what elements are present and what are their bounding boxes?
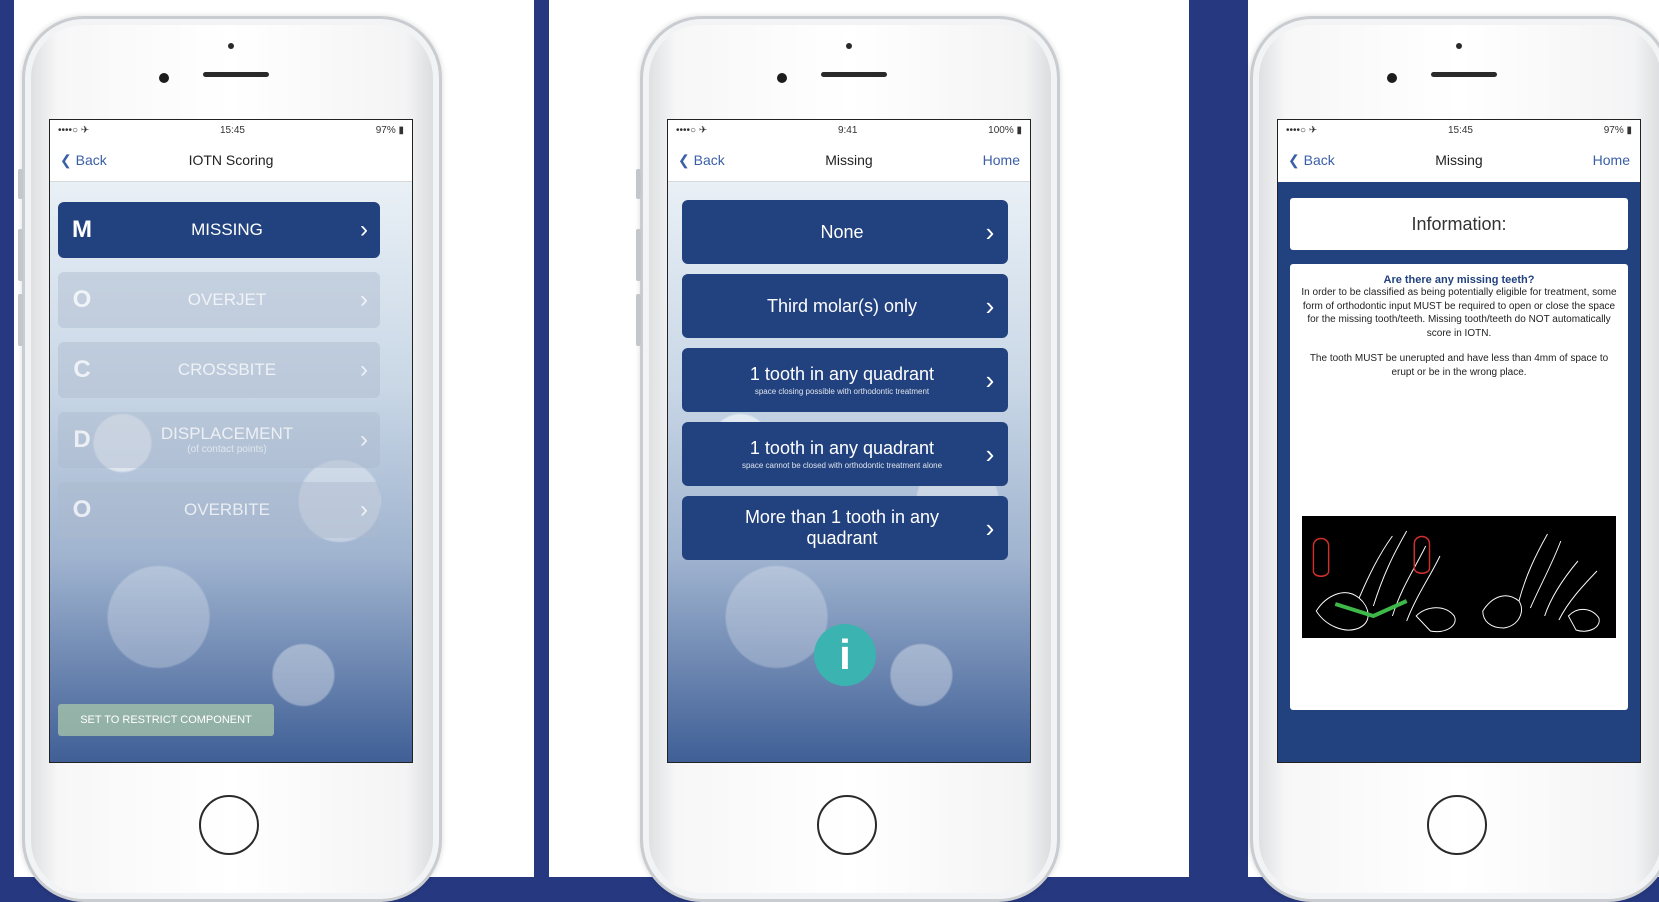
item-label: OVERBITE [184, 499, 270, 519]
battery: 97% ▮ [375, 124, 404, 136]
option-label-wrap: 1 tooth in any quadrant space closing pos… [682, 364, 972, 396]
item-label: CROSSBITE [177, 359, 277, 379]
option-label: Third molar(s) only [766, 295, 918, 316]
nav-divider [668, 181, 1030, 182]
home-link[interactable]: Home [983, 152, 1020, 168]
earpiece-speaker [821, 72, 887, 77]
item-label: OVERJET [187, 289, 267, 309]
clock: 9:41 [837, 124, 858, 136]
home-button[interactable] [817, 795, 877, 855]
volume-up-button [636, 229, 641, 281]
item-letter: C [73, 356, 91, 383]
item-letter: O [72, 286, 92, 313]
carrier-signal: ••••○ ✈ [58, 124, 90, 136]
sensor-dot [846, 43, 852, 49]
status-bar: ••••○ ✈ 15:45 97% ▮ [50, 120, 412, 140]
chevron-right-icon: › [360, 496, 368, 523]
nav-title: IOTN Scoring [188, 152, 274, 168]
list-item-crossbite[interactable]: C CROSSBITE › [58, 342, 380, 398]
teeth-diagram-image [1302, 516, 1616, 638]
battery: 97% ▮ [1603, 124, 1632, 136]
item-letter: D [73, 426, 91, 453]
option-label: More than 1 tooth in any quadrant [744, 507, 940, 548]
item-letter: O [72, 496, 92, 523]
option-third-molars[interactable]: Third molar(s) only › [682, 274, 1008, 338]
list-item-overjet[interactable]: O OVERJET › [58, 272, 380, 328]
chevron-right-icon: › [985, 438, 995, 469]
home-button[interactable] [199, 795, 259, 855]
clock: 15:45 [219, 124, 245, 136]
option-one-tooth-not-closable[interactable]: 1 tooth in any quadrant space cannot be c… [682, 422, 1008, 486]
list-item-missing[interactable]: M MISSING › [58, 202, 380, 258]
option-sublabel: space closing possible with orthodontic … [754, 386, 930, 396]
sensor-dot [228, 43, 234, 49]
item-label-wrap: DISPLACEMENT (of contact points) [106, 424, 348, 455]
sensor-dot [1456, 43, 1462, 49]
option-label: None [820, 221, 864, 242]
earpiece-speaker [203, 72, 269, 77]
home-link[interactable]: Home [1593, 152, 1630, 168]
chevron-right-icon: › [985, 216, 995, 247]
battery: 100% ▮ [988, 124, 1022, 136]
option-one-tooth-closable[interactable]: 1 tooth in any quadrant space closing pos… [682, 348, 1008, 412]
information-card[interactable]: Are there any missing teeth? In order to… [1290, 264, 1628, 710]
option-label-wrap: 1 tooth in any quadrant space cannot be c… [682, 438, 972, 470]
front-camera [1387, 73, 1397, 83]
chevron-right-icon: › [360, 356, 368, 383]
navigation-bar: ❮ Back Missing Home [668, 140, 1030, 182]
chevron-right-icon: › [360, 426, 368, 453]
mute-switch [636, 169, 641, 199]
status-bar: ••••○ ✈ 15:45 97% ▮ [1278, 120, 1640, 140]
front-camera [777, 73, 787, 83]
option-label: 1 tooth in any quadrant [749, 438, 935, 459]
nav-title: Missing [1435, 152, 1483, 168]
front-camera [159, 73, 169, 83]
volume-down-button [636, 294, 641, 346]
carrier-signal: ••••○ ✈ [1286, 124, 1318, 136]
info-paragraph-1: In order to be classified as being poten… [1301, 287, 1617, 339]
chevron-right-icon: › [360, 216, 368, 243]
earpiece-speaker [1431, 72, 1497, 77]
item-letter: M [72, 216, 92, 243]
option-more-than-one-tooth[interactable]: More than 1 tooth in any quadrant › [682, 496, 1008, 560]
info-button[interactable]: i [814, 624, 876, 686]
info-question: Are there any missing teeth? [1383, 274, 1535, 286]
navigation-bar: ❮ Back Missing Home [1278, 140, 1640, 182]
chevron-right-icon: › [360, 286, 368, 313]
option-label: 1 tooth in any quadrant [749, 364, 935, 385]
status-bar: ••••○ ✈ 9:41 100% ▮ [668, 120, 1030, 140]
option-none[interactable]: None › [682, 200, 1008, 264]
phone-frame-iotn: ••••○ ✈ 15:45 97% ▮ ❮ Back IOTN Scoring … [18, 16, 442, 902]
list-item-overbite[interactable]: O OVERBITE › [58, 482, 380, 538]
nav-divider [50, 181, 412, 182]
clock: 15:45 [1447, 124, 1473, 136]
information-heading: Information: [1290, 198, 1628, 250]
restrict-component-button[interactable]: SET TO RESTRICT COMPONENT [58, 704, 274, 736]
screen-missing-information: ••••○ ✈ 15:45 97% ▮ ❮ Back Missing Home … [1277, 119, 1641, 763]
chevron-right-icon: › [985, 290, 995, 321]
screen-iotn-scoring: ••••○ ✈ 15:45 97% ▮ ❮ Back IOTN Scoring … [49, 119, 413, 763]
phone-frame-missing-info: ••••○ ✈ 15:45 97% ▮ ❮ Back Missing Home … [1250, 16, 1659, 902]
item-label: DISPLACEMENT [160, 424, 294, 444]
home-button[interactable] [1427, 795, 1487, 855]
navigation-bar: ❮ Back IOTN Scoring [50, 140, 412, 182]
carrier-signal: ••••○ ✈ [676, 124, 708, 136]
item-label: MISSING [191, 219, 263, 239]
item-sublabel: (of contact points) [187, 443, 267, 455]
info-paragraph-2: The tooth MUST be unerupted and have les… [1309, 353, 1609, 378]
volume-down-button [18, 294, 23, 346]
option-sublabel: space cannot be closed with orthodontic … [741, 460, 943, 470]
phone-frame-missing-options: ••••○ ✈ 9:41 100% ▮ ❮ Back Missing Home … [636, 16, 1060, 902]
teeth-diagram-svg [1312, 530, 1600, 633]
volume-up-button [18, 229, 23, 281]
list-item-displacement[interactable]: D DISPLACEMENT (of contact points) › [58, 412, 380, 468]
mute-switch [18, 169, 23, 199]
nav-title: Missing [825, 152, 873, 168]
chevron-right-icon: › [985, 364, 995, 395]
bokeh-background [50, 182, 412, 762]
screen-missing-options: ••••○ ✈ 9:41 100% ▮ ❮ Back Missing Home … [667, 119, 1031, 763]
chevron-right-icon: › [985, 512, 995, 543]
